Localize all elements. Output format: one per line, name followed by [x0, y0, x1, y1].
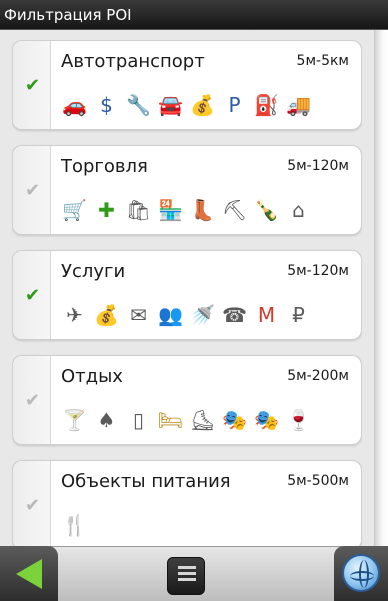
category-icons: 🍴 [61, 511, 88, 539]
post-office-icon[interactable]: ✉ [125, 301, 152, 328]
poi-category-card[interactable]: ✔ Объекты питания 5м-500м 🍴 [12, 460, 362, 546]
bank-bag-icon[interactable]: 💰 [93, 301, 120, 328]
restaurant-icon[interactable]: 🍴 [61, 511, 88, 538]
garden-tools-icon[interactable]: ⛏ [221, 196, 248, 223]
poi-category-card[interactable]: ✔ Услуги 5м-120м ✈ 💰 ✉ 👥 🚿 ☎ M ₽ [12, 250, 362, 340]
window-title: Фильтрация POI [0, 0, 388, 30]
category-range: 5м-120м [287, 158, 349, 174]
category-checkbox[interactable]: ✔ [13, 146, 51, 234]
cinema-icon[interactable]: 🎭 [253, 406, 280, 433]
car-sale-icon[interactable]: 💰 [189, 91, 216, 118]
category-range: 5м-5км [296, 53, 349, 69]
pharmacy-icon[interactable]: ✚ [93, 196, 120, 223]
menu-button[interactable] [167, 557, 205, 595]
parking-icon[interactable]: P [221, 91, 248, 118]
category-title: Торговля [61, 156, 148, 177]
category-icons: 🍸 ♠ ▯ 🛏 ⛸ 🎭 🎭 🍷 [61, 406, 312, 434]
car-icon[interactable]: 🚗 [61, 91, 88, 118]
market-icon[interactable]: 🏪 [157, 196, 184, 223]
checkmark-icon: ✔ [25, 495, 41, 516]
category-title: Автотранспорт [61, 51, 205, 72]
shower-icon[interactable]: 🚿 [189, 301, 216, 328]
category-title: Объекты питания [61, 471, 231, 492]
globe-icon [342, 554, 380, 592]
hotel-bed-icon[interactable]: 🛏 [157, 406, 184, 433]
category-icons: 🚗 $ 🔧 🚘 💰 P ⛽ 🚚 [61, 91, 312, 119]
poi-category-card[interactable]: ✔ Торговля 5м-120м 🛒 ✚ 🛍 🏪 👢 ⛏ 🍾 ⌂ [12, 145, 362, 235]
category-checkbox[interactable]: ✔ [13, 461, 51, 546]
globe-button[interactable] [334, 546, 388, 601]
category-range: 5м-200м [287, 368, 349, 384]
category-checkbox[interactable]: ✔ [13, 41, 51, 129]
shoe-store-icon[interactable]: 👢 [189, 196, 216, 223]
ice-skating-icon[interactable]: ⛸ [189, 406, 216, 433]
checkmark-icon: ✔ [25, 75, 41, 96]
fuel-station-icon[interactable]: ⛽ [253, 91, 280, 118]
metro-icon[interactable]: M [253, 301, 280, 328]
poi-category-card[interactable]: ✔ Отдых 5м-200м 🍸 ♠ ▯ 🛏 ⛸ 🎭 🎭 🍷 [12, 355, 362, 445]
clothing-iron-icon[interactable]: ⌂ [285, 196, 312, 223]
category-checkbox[interactable]: ✔ [13, 251, 51, 339]
exchange-icon[interactable]: ₽ [285, 301, 312, 328]
poi-category-card[interactable]: ✔ Автотранспорт 5м-5км 🚗 $ 🔧 🚘 💰 P ⛽ 🚚 [12, 40, 362, 130]
shopping-cart-icon[interactable]: 🛒 [61, 196, 88, 223]
category-title: Отдых [61, 366, 123, 387]
checkmark-icon: ✔ [25, 390, 41, 411]
shop-icon[interactable]: 🛍 [125, 196, 152, 223]
cocktail-bar-icon[interactable]: 🍸 [61, 406, 88, 433]
category-range: 5м-500м [287, 473, 349, 489]
category-title: Услуги [61, 261, 126, 282]
airplane-icon[interactable]: ✈ [61, 301, 88, 328]
category-icons: 🛒 ✚ 🛍 🏪 👢 ⛏ 🍾 ⌂ [61, 196, 312, 224]
wrench-icon[interactable]: 🔧 [125, 91, 152, 118]
back-button[interactable] [0, 546, 58, 601]
checkmark-icon: ✔ [25, 285, 41, 306]
theatre-mask-icon[interactable]: 🎭 [221, 406, 248, 433]
checkmark-icon: ✔ [25, 180, 41, 201]
liquor-store-icon[interactable]: 🍾 [253, 196, 280, 223]
car-wash-icon[interactable]: 🚘 [157, 91, 184, 118]
scrollbar-panel[interactable] [374, 30, 388, 546]
category-range: 5м-120м [287, 263, 349, 279]
car-dealer-icon[interactable]: $ [93, 91, 120, 118]
list-menu-icon [178, 566, 196, 586]
category-checkbox[interactable]: ✔ [13, 356, 51, 444]
payphone-icon[interactable]: ☎ [221, 301, 248, 328]
people-icon[interactable]: 👥 [157, 301, 184, 328]
wine-glass-icon[interactable]: 🍷 [285, 406, 312, 433]
tow-truck-icon[interactable]: 🚚 [285, 91, 312, 118]
casino-card-icon[interactable]: ♠ [93, 406, 120, 433]
door-icon[interactable]: ▯ [125, 406, 152, 433]
category-icons: ✈ 💰 ✉ 👥 🚿 ☎ M ₽ [61, 301, 312, 329]
poi-category-list: ✔ Автотранспорт 5м-5км 🚗 $ 🔧 🚘 💰 P ⛽ 🚚 ✔ Торговля 5м-… [12, 40, 362, 546]
back-arrow-icon [16, 559, 42, 589]
